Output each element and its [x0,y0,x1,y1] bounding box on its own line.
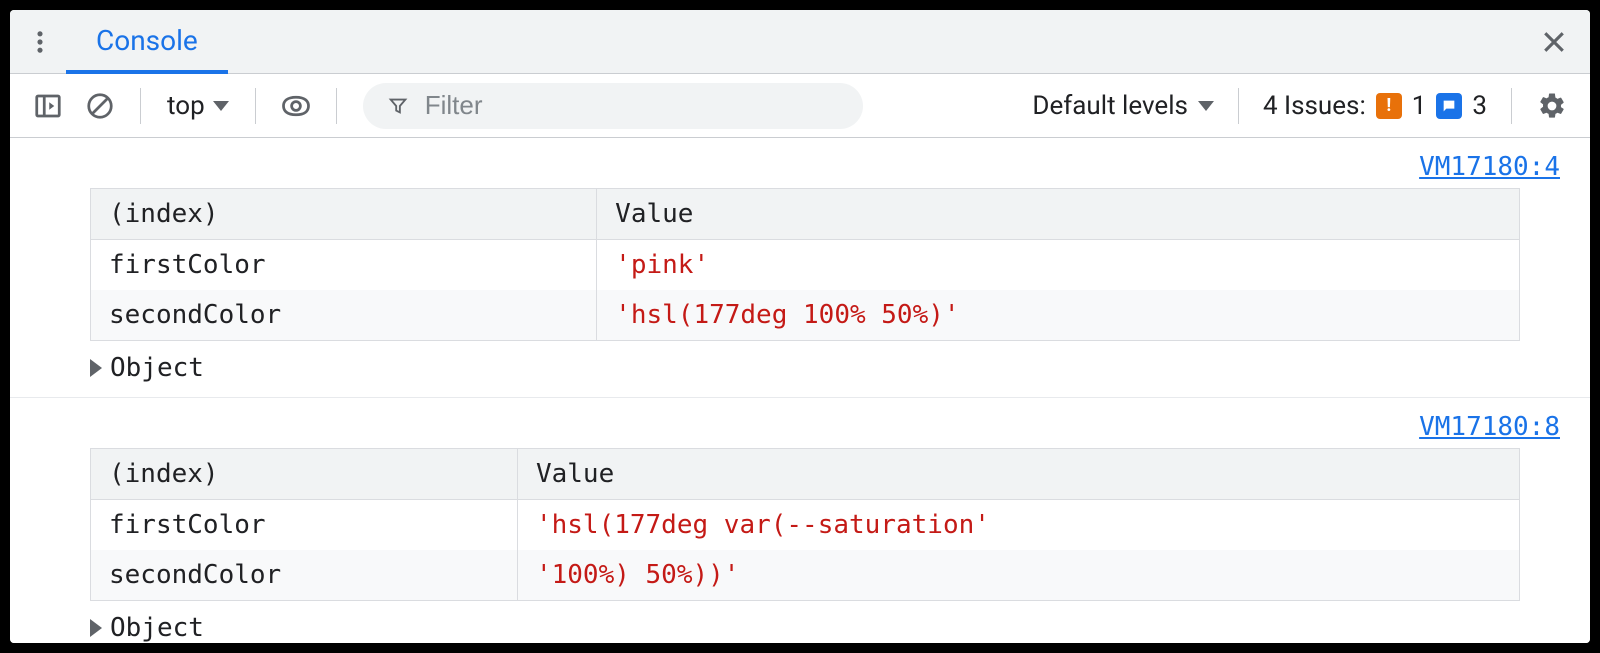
disclosure-triangle-icon [90,359,102,377]
filter-field[interactable] [363,83,863,129]
console-toolbar: top Default levels 4 Issues: ! 1 3 [10,74,1590,138]
table-header[interactable]: (index) [91,189,597,240]
devtools-window: Console top Default levels [10,10,1590,643]
info-badge-icon [1436,93,1462,119]
table-row: firstColor 'pink' [91,240,1520,291]
table-cell-value: 'pink' [597,240,1520,291]
table-cell-index: firstColor [91,240,597,291]
tab-console[interactable]: Console [66,11,228,74]
table-header[interactable]: Value [517,449,1519,500]
issues-warn-count: 1 [1412,91,1427,121]
table-header[interactable]: Value [597,189,1520,240]
tab-bar: Console [10,10,1590,74]
table-row: firstColor 'hsl(177deg var(--saturation' [91,500,1520,551]
issues-button[interactable]: 4 Issues: ! 1 3 [1255,91,1495,121]
table-row: secondColor '100%) 50%))' [91,550,1520,601]
more-menu-button[interactable] [14,10,66,73]
context-label: top [167,91,205,121]
log-levels-selector[interactable]: Default levels [1024,91,1222,121]
table-cell-index: secondColor [91,290,597,341]
source-link-row: VM17180:8 [10,406,1590,448]
object-expand[interactable]: Object [90,353,1590,383]
console-table: (index) Value firstColor 'pink' secondCo… [90,188,1520,341]
issues-label: 4 Issues: [1263,91,1366,121]
table-cell-value: 'hsl(177deg 100% 50%)' [597,290,1520,341]
close-button[interactable] [1528,16,1580,68]
object-expand[interactable]: Object [90,613,1590,643]
tab-label: Console [96,24,198,57]
filter-input[interactable] [423,89,839,122]
issues-info-count: 3 [1472,91,1487,121]
levels-label: Default levels [1032,91,1188,121]
table-cell-index: firstColor [91,500,518,551]
console-messages: VM17180:4 (index) Value firstColor 'pink… [10,138,1590,643]
table-header[interactable]: (index) [91,449,518,500]
table-row: secondColor 'hsl(177deg 100% 50%)' [91,290,1520,341]
table-cell-value: 'hsl(177deg var(--saturation' [517,500,1519,551]
chevron-down-icon [1198,101,1214,111]
live-expression-button[interactable] [272,82,320,130]
chevron-down-icon [213,101,229,111]
console-message: VM17180:4 (index) Value firstColor 'pink… [10,138,1590,398]
table-cell-value: '100%) 50%))' [517,550,1519,601]
console-message: VM17180:8 (index) Value firstColor 'hsl(… [10,398,1590,643]
source-link[interactable]: VM17180:4 [1419,152,1560,182]
warning-badge-icon: ! [1376,93,1402,119]
console-settings-button[interactable] [1528,82,1576,130]
source-link[interactable]: VM17180:8 [1419,412,1560,442]
table-cell-index: secondColor [91,550,518,601]
clear-console-button[interactable] [76,82,124,130]
disclosure-triangle-icon [90,619,102,637]
context-selector[interactable]: top [157,91,239,121]
object-label: Object [110,613,204,643]
filter-icon [387,94,409,118]
source-link-row: VM17180:4 [10,146,1590,188]
console-table: (index) Value firstColor 'hsl(177deg var… [90,448,1520,601]
toggle-sidebar-button[interactable] [24,82,72,130]
object-label: Object [110,353,204,383]
